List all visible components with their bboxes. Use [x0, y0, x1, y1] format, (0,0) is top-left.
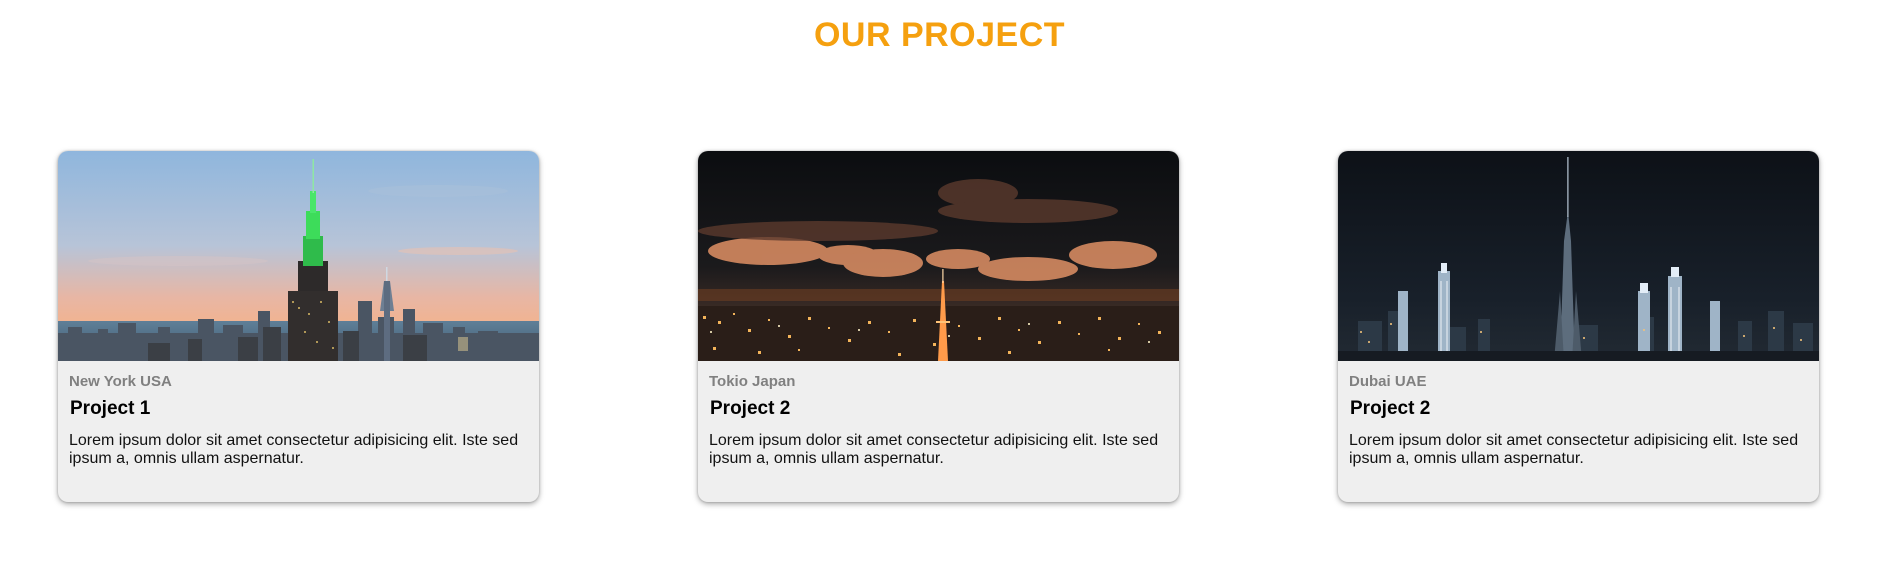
- project-card-new-york[interactable]: New York USA Project 1 Lorem ipsum dolor…: [58, 151, 539, 502]
- new-york-skyline-image: [58, 151, 539, 361]
- card-description: Lorem ipsum dolor sit amet consectetur a…: [1349, 432, 1799, 467]
- card-location: New York USA: [69, 373, 172, 390]
- card-title: Project 1: [70, 398, 151, 419]
- dubai-skyline-image: [1338, 151, 1819, 361]
- project-card-tokyo[interactable]: Tokio Japan Project 2 Lorem ipsum dolor …: [698, 151, 1179, 502]
- card-title: Project 2: [710, 398, 791, 419]
- card-description: Lorem ipsum dolor sit amet consectetur a…: [69, 432, 519, 467]
- project-card-dubai[interactable]: Dubai UAE Project 2 Lorem ipsum dolor si…: [1338, 151, 1819, 502]
- projects-page: OUR PROJECT New York USA Project 1 Lorem…: [0, 0, 1879, 561]
- card-location: Tokio Japan: [709, 373, 796, 390]
- card-location: Dubai UAE: [1349, 373, 1427, 390]
- tokyo-night-image: [698, 151, 1179, 361]
- card-title: Project 2: [1350, 398, 1431, 419]
- section-title: OUR PROJECT: [813, 16, 1066, 54]
- card-description: Lorem ipsum dolor sit amet consectetur a…: [709, 432, 1159, 467]
